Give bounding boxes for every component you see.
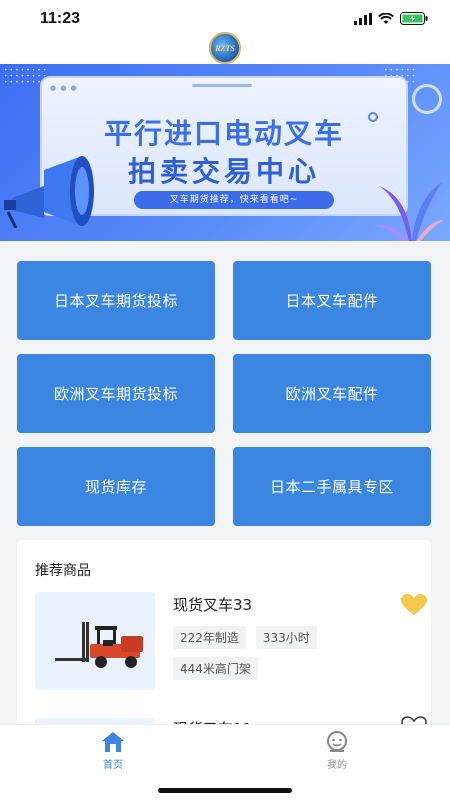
battery-icon [400, 12, 428, 25]
favorite-heart-icon[interactable] [401, 594, 427, 616]
home-icon [102, 732, 124, 752]
promo-banner[interactable]: •••••••••••••••••••••••• •••••••••••••••… [0, 64, 450, 241]
banner-title-line1: 平行进口电动叉车 [103, 117, 344, 150]
tab-mine[interactable]: 我的 [297, 731, 377, 771]
recommended-products-card: 推荐商品 现货叉车33 222年制造 333小时 444米高门架 [17, 540, 431, 740]
banner-ring-decoration [368, 112, 378, 122]
banner-circle-decoration [412, 84, 442, 114]
product-tag: 444米高门架 [173, 657, 258, 680]
category-grid: 日本叉车期货投标 日本叉车配件 欧洲叉车期货投标 欧洲叉车配件 现货库存 日本二… [17, 261, 431, 526]
category-japan-used-attachments-button[interactable]: 日本二手属具专区 [233, 447, 431, 526]
category-europe-forklift-futures-button[interactable]: 欧洲叉车期货投标 [17, 354, 215, 433]
tab-mine-label: 我的 [327, 760, 347, 771]
nav-bar: RZTS [0, 32, 450, 64]
signal-icon [354, 12, 372, 25]
product-tags: 222年制造 333小时 444米高门架 [173, 626, 393, 680]
tab-home-label: 首页 [103, 760, 123, 771]
product-image [35, 592, 155, 690]
product-tag: 222年制造 [173, 626, 246, 649]
product-name: 现货叉车33 [173, 596, 253, 614]
wifi-icon [378, 12, 394, 24]
panel-top-line [192, 84, 252, 87]
category-japan-forklift-parts-button[interactable]: 日本叉车配件 [233, 261, 431, 340]
product-item[interactable]: 现货叉车33 222年制造 333小时 444米高门架 [35, 592, 427, 692]
status-icons [354, 12, 428, 25]
recommended-title: 推荐商品 [35, 563, 91, 579]
app-logo: RZTS [209, 32, 241, 64]
profile-icon [327, 731, 347, 752]
window-dots: ● ● ● [50, 84, 78, 92]
category-japan-forklift-futures-button[interactable]: 日本叉车期货投标 [17, 261, 215, 340]
status-time: 11:23 [40, 10, 81, 27]
logo-text: RZTS [215, 43, 235, 53]
tab-home[interactable]: 首页 [73, 731, 153, 771]
megaphone-icon [4, 156, 94, 228]
category-europe-forklift-parts-button[interactable]: 欧洲叉车配件 [233, 354, 431, 433]
banner-subtitle: 叉车期货推荐，快来看看吧~ [134, 191, 334, 209]
home-indicator [158, 788, 292, 793]
forklift-icon [55, 622, 143, 668]
product-tag: 333小时 [255, 626, 317, 649]
category-spot-inventory-button[interactable]: 现货库存 [17, 447, 215, 526]
plant-decoration-icon [374, 182, 444, 241]
